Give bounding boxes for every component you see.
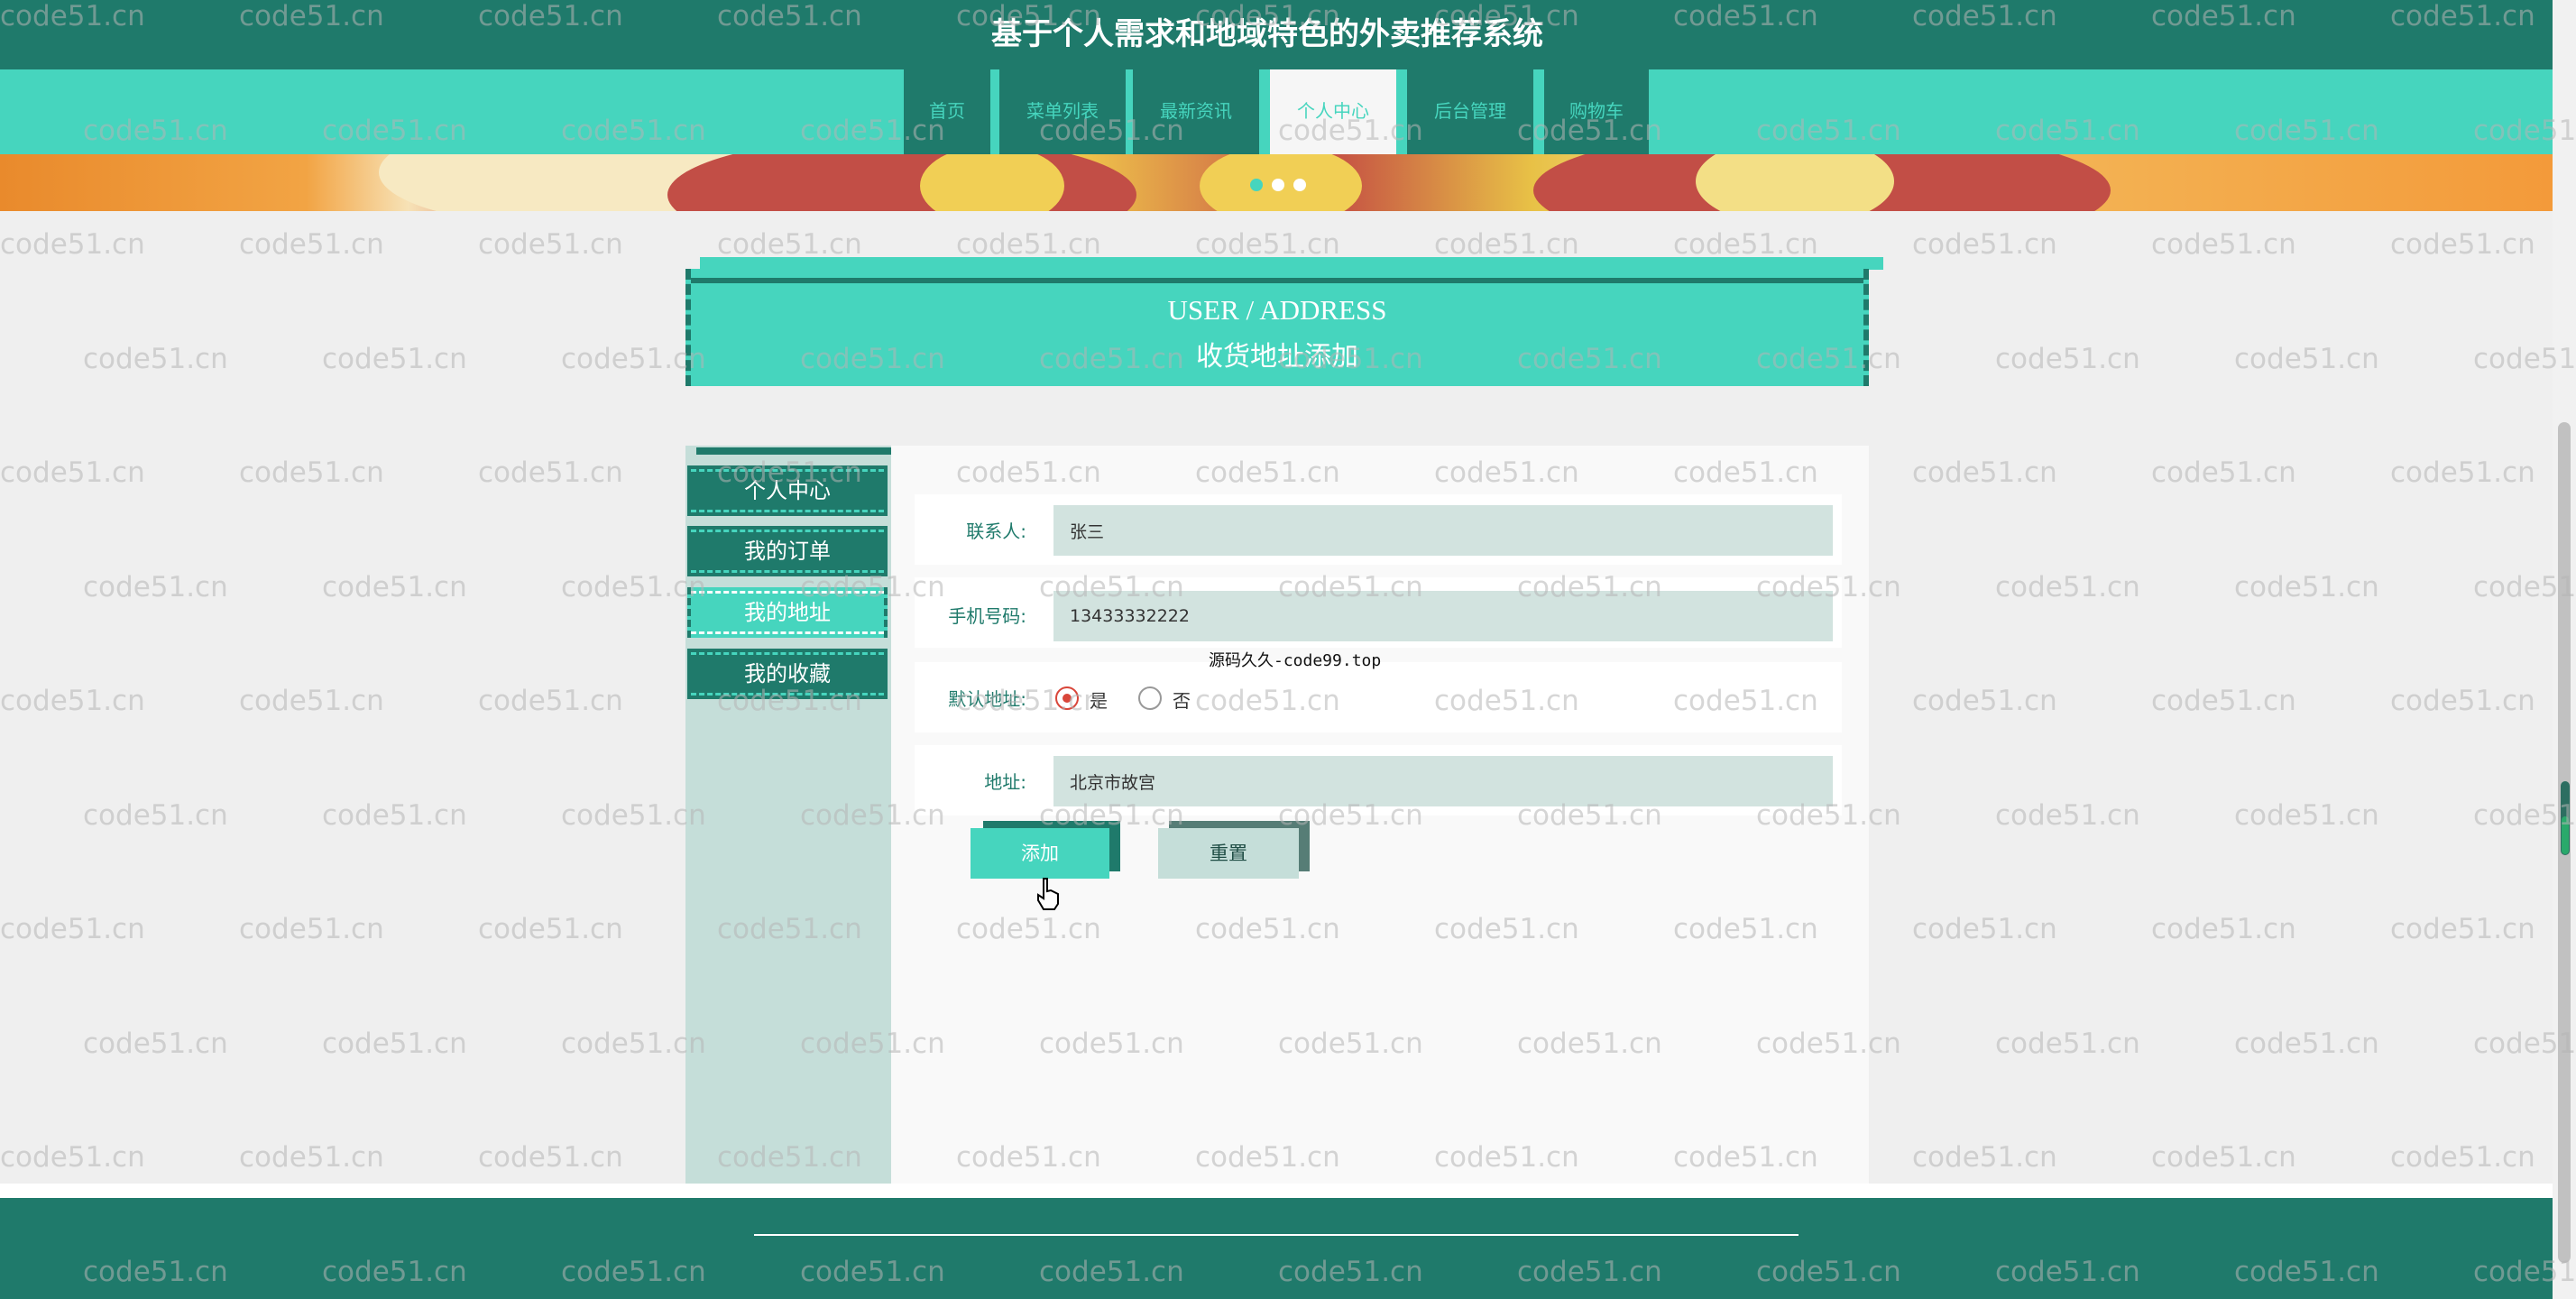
source-notice: 源码久久-code99.top [1209,651,1382,670]
sidebar-item-personal-center[interactable]: 个人中心 [687,465,888,516]
watermark-text: code51.cn [956,228,1101,261]
footer-divider [754,1234,1799,1236]
default-address-label: 默认地址: [948,688,1026,710]
address-input[interactable] [1053,756,1833,806]
default-no-radio[interactable] [1138,686,1162,710]
watermark-text: code51.cn [1912,1141,2057,1174]
site-title: 基于个人需求和地域特色的外卖推荐系统 [991,16,1543,52]
phone-input[interactable] [1053,591,1833,641]
watermark-text: code51.cn [2234,1027,2379,1060]
watermark-text: code51.cn [1995,798,2140,832]
reset-button[interactable]: 重置 [1158,828,1299,879]
watermark-text: code51.cn [2390,913,2535,945]
banner-decoration [920,154,1064,211]
watermark-text: code51.cn [1434,228,1579,261]
watermark-text: code51.cn [83,570,228,603]
watermark-text: code51.cn [478,1141,623,1174]
watermark-text: code51.cn [239,228,384,261]
watermark-text: code51.cn [239,685,384,717]
watermark-text: code51.cn [2151,685,2296,717]
carousel-dot[interactable] [1293,179,1306,191]
watermark-text: code51.cn [0,228,145,261]
footer [0,1198,2553,1299]
carousel-dot[interactable] [1250,179,1263,191]
watermark-text: code51.cn [1912,228,2057,261]
watermark-text: code51.cn [478,913,623,945]
watermark-text: code51.cn [2151,456,2296,489]
watermark-text: code51.cn [478,456,623,489]
default-yes-label[interactable]: 是 [1090,686,1108,713]
banner-decoration [667,154,1136,211]
watermark-text: code51.cn [83,342,228,375]
watermark-text: code51.cn [1995,342,2140,375]
watermark-text: code51.cn [2390,228,2535,261]
watermark-text: code51.cn [239,1141,384,1174]
section-heading-shadow [700,257,1883,270]
contact-label: 联系人: [966,521,1026,542]
watermark-text: code51.cn [0,685,145,717]
contact-input[interactable] [1053,505,1833,556]
footer-gap [0,1184,2553,1198]
nav-item-menu-list[interactable]: 菜单列表 [999,69,1126,154]
watermark-text: code51.cn [239,456,384,489]
watermark-text: code51.cn [1912,913,2057,945]
nav-item-personal-center[interactable]: 个人中心 [1270,69,1396,154]
watermark-text: code51.cn [0,1141,145,1174]
watermark-text: code51.cn [2234,342,2379,375]
banner-decoration [1696,154,1894,211]
watermark-text: code51.cn [2390,456,2535,489]
add-button[interactable]: 添加 [971,828,1109,879]
watermark-text: code51.cn [1995,570,2140,603]
watermark-text: code51.cn [2234,798,2379,832]
watermark-text: code51.cn [478,228,623,261]
watermark-text: code51.cn [1673,228,1818,261]
watermark-text: code51.cn [2390,1141,2535,1174]
watermark-text: code51.cn [1912,685,2057,717]
nav-item-home[interactable]: 首页 [904,69,990,154]
watermark-text: code51.cn [83,1027,228,1060]
watermark-text: code51.cn [561,1027,706,1060]
watermark-text: code51.cn [2390,685,2535,717]
address-label: 地址: [984,771,1026,793]
watermark-text: code51.cn [2234,570,2379,603]
watermark-text: code51.cn [561,798,706,832]
default-no-label[interactable]: 否 [1173,686,1191,713]
watermark-text: code51.cn [322,798,467,832]
watermark-text: code51.cn [1912,456,2057,489]
sidebar-item-my-address[interactable]: 我的地址 [687,587,888,638]
section-title-cn: 收货地址添加 [1196,341,1358,373]
phone-label: 手机号码: [948,605,1026,627]
watermark-text: code51.cn [2151,1141,2296,1174]
watermark-text: code51.cn [2151,913,2296,945]
watermark-text: code51.cn [717,228,862,261]
watermark-text: code51.cn [1195,228,1340,261]
sidebar-item-my-orders[interactable]: 我的订单 [687,526,888,576]
section-title-en: USER / ADDRESS [1167,294,1387,326]
watermark-text: code51.cn [322,1027,467,1060]
watermark-text: code51.cn [478,685,623,717]
nav-item-cart[interactable]: 购物车 [1544,69,1649,154]
watermark-text: code51.cn [561,342,706,375]
banner-carousel[interactable] [0,154,2553,211]
hand-cursor-icon [1037,878,1059,910]
watermark-text: code51.cn [0,913,145,945]
watermark-text: code51.cn [2151,228,2296,261]
sidebar-top-bar [696,447,891,455]
watermark-text: code51.cn [561,570,706,603]
scrollbar-marker [2562,816,2569,854]
default-yes-radio[interactable] [1055,686,1079,710]
watermark-text: code51.cn [0,456,145,489]
form-row-default-address [915,662,1842,732]
watermark-text: code51.cn [239,913,384,945]
nav-item-admin[interactable]: 后台管理 [1407,69,1533,154]
watermark-text: code51.cn [322,570,467,603]
sidebar-item-my-favorites[interactable]: 我的收藏 [687,649,888,699]
nav-item-news[interactable]: 最新资讯 [1133,69,1259,154]
watermark-text: code51.cn [1995,1027,2140,1060]
watermark-text: code51.cn [322,342,467,375]
watermark-text: code51.cn [83,798,228,832]
carousel-dot[interactable] [1272,179,1284,191]
